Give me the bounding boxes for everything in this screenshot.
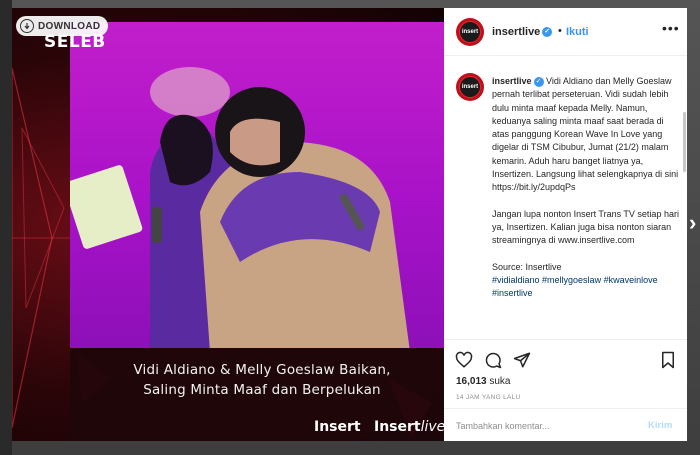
- more-options-icon[interactable]: •••: [662, 20, 680, 36]
- comment-input[interactable]: [456, 418, 636, 434]
- post-header: insert insertlive ✓ • Ikuti •••: [444, 8, 687, 56]
- left-edge-strip: [0, 0, 12, 455]
- header-username-text: insertlive: [492, 26, 541, 38]
- comment-icon[interactable]: [484, 351, 502, 369]
- caption-hashtags[interactable]: #vidialdiano #mellygoeslaw #kwaveinlove …: [492, 275, 658, 298]
- save-bookmark-icon[interactable]: [659, 351, 677, 369]
- like-heart-icon[interactable]: [455, 351, 473, 369]
- subtitle-line-1: Vidi Aldiano & Melly Goeslaw Baikan,: [133, 362, 391, 378]
- subtitle-line-2: Saling Minta Maaf dan Berpelukan: [143, 382, 381, 398]
- likes-count[interactable]: 16,013 suka: [456, 376, 511, 387]
- insertlive-logo: Insertlive: [374, 419, 444, 435]
- video-subtitle: Vidi Aldiano & Melly Goeslaw Baikan, Sal…: [102, 360, 422, 400]
- caption-verified-icon: ✓: [533, 76, 544, 87]
- download-label: DOWNLOAD: [38, 20, 101, 32]
- insert-logo: Insert: [314, 419, 361, 435]
- post-comment-button[interactable]: Kirim: [648, 420, 672, 431]
- video-frame: [70, 22, 444, 348]
- insertlive-logo-part-a: Insert: [374, 419, 421, 435]
- avatar[interactable]: insert: [456, 18, 484, 46]
- download-arrow-icon: [20, 19, 34, 33]
- caption-text: insertlive ✓ Vidi Aldiano dan Melly Goesl…: [492, 75, 682, 300]
- caption-avatar[interactable]: insert: [456, 73, 484, 101]
- seleb-brand-label: SELEB: [44, 32, 106, 52]
- verified-badge-icon: ✓: [542, 27, 553, 38]
- caption-paragraph-2: Jangan lupa nonton Insert Trans TV setia…: [492, 208, 679, 246]
- caption-scrollbar[interactable]: [683, 112, 686, 172]
- caption-source: Source: Insertlive: [492, 261, 562, 272]
- post-timestamp[interactable]: 14 JAM YANG LALU: [456, 394, 521, 401]
- insertlive-logo-part-b: live: [420, 419, 444, 435]
- post-media[interactable]: Vidi Aldiano & Melly Goeslaw Baikan, Sal…: [12, 8, 444, 441]
- share-icon[interactable]: [513, 351, 531, 369]
- chevron-right-icon[interactable]: ›: [689, 210, 696, 236]
- hugging-people-image: [70, 67, 410, 348]
- follow-button[interactable]: Ikuti: [566, 26, 589, 38]
- likes-number: 16,013: [456, 376, 487, 387]
- header-separator: •: [558, 25, 562, 37]
- likes-suffix: suka: [486, 376, 511, 387]
- instagram-post-panel: insert insertlive ✓ • Ikuti ••• insert in…: [444, 8, 687, 441]
- post-actions: 16,013 suka 14 JAM YANG LALU Kirim: [444, 339, 687, 441]
- comment-bar: Kirim: [444, 408, 687, 442]
- caption-username[interactable]: insertlive: [492, 76, 532, 86]
- header-username[interactable]: insertlive ✓: [492, 26, 553, 38]
- caption-paragraph-1: Vidi Aldiano dan Melly Goeslaw pernah te…: [492, 76, 679, 193]
- caption-area[interactable]: insert insertlive ✓ Vidi Aldiano dan Mell…: [444, 57, 687, 339]
